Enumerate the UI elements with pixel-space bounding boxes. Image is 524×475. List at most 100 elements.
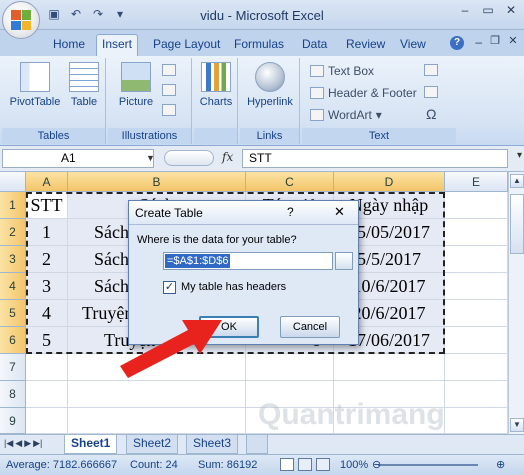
cell-a4[interactable]: 3 (26, 273, 68, 300)
scroll-thumb[interactable] (510, 194, 524, 254)
sheet-tab-sheet2[interactable]: Sheet2 (126, 435, 179, 454)
cell-b9[interactable] (68, 408, 246, 434)
headers-checkbox[interactable]: ✓ (163, 281, 176, 294)
close-icon[interactable]: ✕ (500, 2, 522, 20)
object-button[interactable] (424, 86, 438, 98)
next-sheet-icon[interactable]: ▶ (24, 438, 31, 449)
pivottable-button[interactable]: PivotTable (6, 62, 64, 108)
tab-formulas[interactable]: Formulas (229, 35, 289, 56)
cell-a6[interactable]: 5 (26, 327, 68, 354)
page-layout-view-icon[interactable] (298, 458, 312, 471)
row-header-6[interactable]: 6 (0, 327, 26, 354)
column-header-b[interactable]: B (68, 172, 246, 192)
clipart-button[interactable] (162, 64, 176, 76)
table-range-input[interactable]: =$A$1:$D$6 (163, 252, 333, 270)
cell-e3[interactable] (445, 246, 508, 273)
column-header-a[interactable]: A (26, 172, 68, 192)
row-header-3[interactable]: 3 (0, 246, 26, 273)
maximize-icon[interactable]: ▭ (477, 2, 499, 20)
name-box[interactable]: A1 (2, 149, 154, 168)
restore-icon[interactable]: ❐ (486, 33, 504, 51)
minimize-icon[interactable]: – (454, 2, 476, 20)
row-header-5[interactable]: 5 (0, 300, 26, 327)
cell-a2[interactable]: 1 (26, 219, 68, 246)
clipart-icon (162, 64, 176, 76)
cell-e5[interactable] (445, 300, 508, 327)
ribbon-minimize-icon[interactable]: – (475, 35, 482, 49)
symbol-button[interactable]: Ω (426, 106, 436, 122)
help-icon[interactable]: ? (450, 36, 464, 50)
vertical-scrollbar[interactable]: ▲ ▼ (508, 172, 524, 434)
normal-view-icon[interactable] (280, 458, 294, 471)
sheet-tab-sheet1[interactable]: Sheet1 (64, 435, 118, 454)
zoom-in-icon[interactable]: ⊕ (496, 458, 505, 471)
cell-b8[interactable] (68, 381, 246, 408)
smartart-button[interactable] (162, 104, 176, 116)
wordart-button[interactable]: WordArt ▾ (310, 108, 382, 122)
cell-a5[interactable]: 4 (26, 300, 68, 327)
tab-review[interactable]: Review (341, 35, 390, 56)
charts-button[interactable]: Charts (198, 62, 234, 108)
group-label-tables: Tables (2, 128, 105, 144)
cell-a9[interactable] (26, 408, 68, 434)
cell-a7[interactable] (26, 354, 68, 381)
workbook-close-icon[interactable]: ✕ (504, 33, 522, 51)
signature-line-button[interactable] (424, 64, 438, 76)
column-header-d[interactable]: D (334, 172, 445, 192)
row-header-9[interactable]: 9 (0, 408, 26, 434)
picture-button[interactable]: Picture (114, 62, 158, 108)
formula-input[interactable]: STT (242, 149, 508, 168)
header-footer-button[interactable]: Header & Footer (310, 86, 417, 100)
tab-home[interactable]: Home (48, 35, 90, 56)
cell-e2[interactable] (445, 219, 508, 246)
cell-c7[interactable] (246, 354, 334, 381)
page-break-view-icon[interactable] (316, 458, 330, 471)
select-all-corner[interactable] (0, 172, 26, 192)
zoom-slider[interactable] (378, 464, 478, 466)
row-header-4[interactable]: 4 (0, 273, 26, 300)
office-button[interactable] (2, 1, 40, 39)
cell-e1[interactable] (445, 192, 508, 219)
cell-e4[interactable] (445, 273, 508, 300)
headers-checkbox-label[interactable]: My table has headers (181, 281, 286, 293)
dialog-help-icon[interactable]: ? (287, 205, 294, 219)
cell-e9[interactable] (445, 408, 508, 434)
row-header-7[interactable]: 7 (0, 354, 26, 381)
column-header-e[interactable]: E (445, 172, 508, 192)
tab-data[interactable]: Data (297, 35, 332, 56)
expand-formula-icon[interactable]: ▾ (517, 150, 522, 161)
group-label-text: Text (302, 128, 456, 144)
row-header-1[interactable]: 1 (0, 192, 26, 219)
cell-a3[interactable]: 2 (26, 246, 68, 273)
tab-insert[interactable]: Insert (96, 34, 139, 57)
row-header-2[interactable]: 2 (0, 219, 26, 246)
table-button[interactable]: Table (66, 62, 102, 108)
sheet-tab-sheet3[interactable]: Sheet3 (186, 435, 239, 454)
cell-e8[interactable] (445, 381, 508, 408)
cell-a8[interactable] (26, 381, 68, 408)
cancel-button[interactable]: Cancel (280, 316, 340, 338)
insert-sheet-icon[interactable] (246, 435, 268, 454)
name-box-dropdown-icon[interactable]: ▼ (146, 153, 155, 163)
cell-a1[interactable]: STT (26, 192, 68, 219)
scroll-down-icon[interactable]: ▼ (510, 418, 524, 432)
prev-sheet-icon[interactable]: ◀ (15, 438, 22, 449)
hyperlink-button[interactable]: Hyperlink (242, 62, 298, 108)
scroll-up-icon[interactable]: ▲ (510, 174, 524, 188)
cell-d7[interactable] (334, 354, 445, 381)
insert-function-icon[interactable]: fx (222, 150, 233, 164)
zoom-level[interactable]: 100% (340, 459, 368, 471)
dialog-close-icon[interactable]: ✕ (334, 204, 345, 220)
tab-view[interactable]: View (395, 35, 431, 56)
cell-e7[interactable] (445, 354, 508, 381)
shapes-button[interactable] (162, 84, 176, 96)
row-header-8[interactable]: 8 (0, 381, 26, 408)
collapse-dialog-icon[interactable] (335, 252, 353, 270)
first-sheet-icon[interactable]: |◀ (4, 438, 13, 449)
column-header-c[interactable]: C (246, 172, 334, 192)
tab-page-layout[interactable]: Page Layout (148, 35, 225, 56)
last-sheet-icon[interactable]: ▶| (33, 438, 42, 449)
textbox-button[interactable]: Text Box (310, 64, 374, 78)
cell-e6[interactable] (445, 327, 508, 354)
zoom-out-icon[interactable]: ⊖ (372, 458, 381, 471)
